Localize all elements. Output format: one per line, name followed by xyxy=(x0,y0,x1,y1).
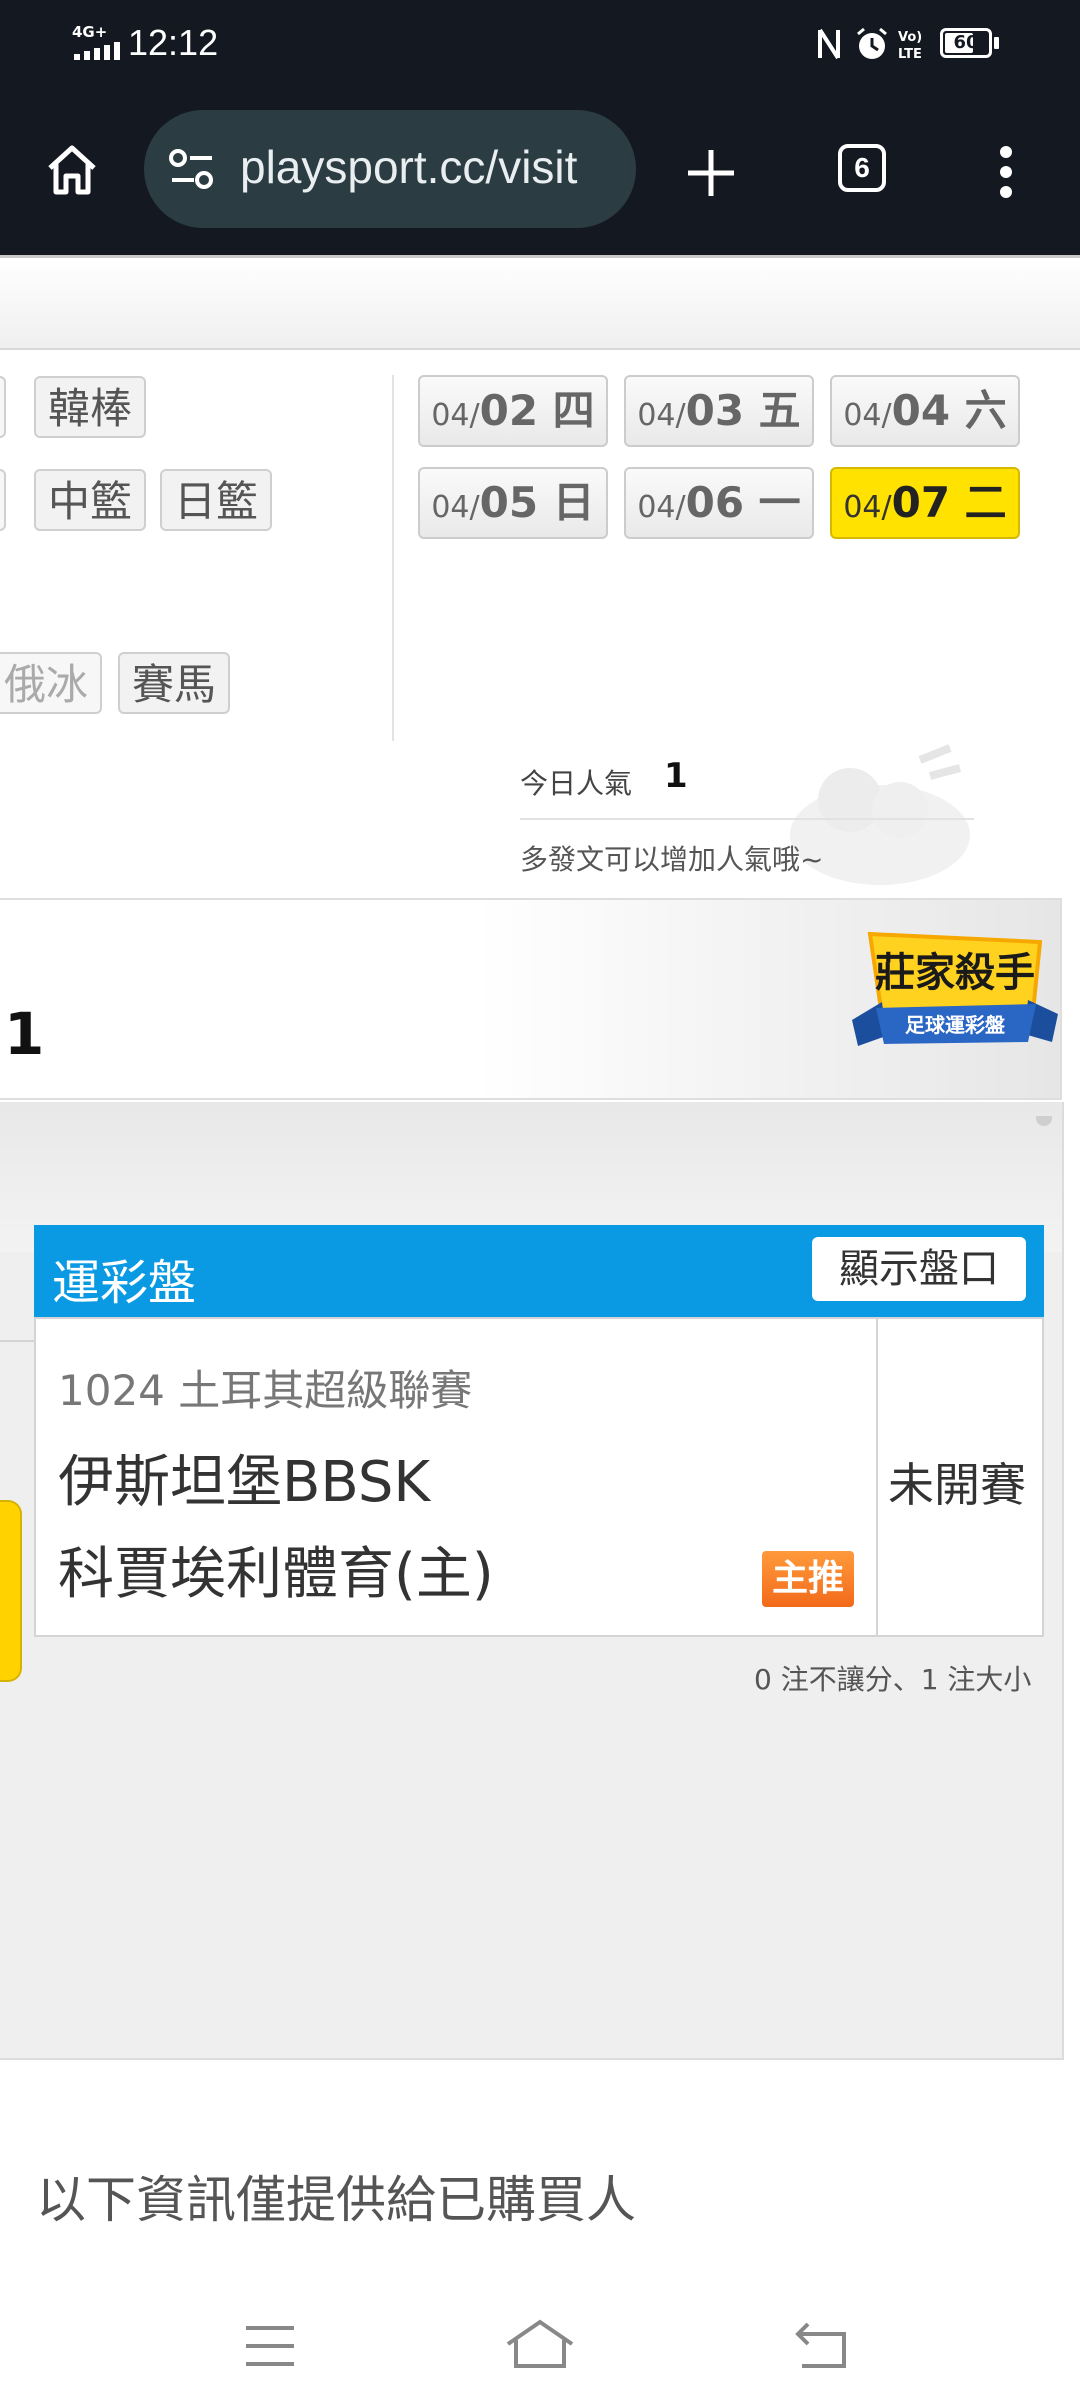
alarm-icon xyxy=(857,27,887,59)
divider xyxy=(876,1319,878,1637)
nfc-icon xyxy=(818,28,840,60)
svg-text:Vo): Vo) xyxy=(898,30,922,45)
sport-tag-partial[interactable] xyxy=(0,376,6,438)
sport-tag-korea-baseball[interactable]: 韓棒 xyxy=(34,376,147,438)
system-nav-bar xyxy=(0,2280,1080,2400)
odds-panel-header: 運彩盤 顯示盤口 xyxy=(34,1225,1044,1317)
team-away: 伊斯坦堡BBSK xyxy=(58,1450,431,1515)
match-status: 未開賽 xyxy=(888,1458,1026,1512)
date-button-0402[interactable]: 04/02 四 xyxy=(418,375,608,447)
popularity-label: 今日人氣 xyxy=(520,767,633,800)
popularity-hint: 多發文可以增加人氣哦~ xyxy=(520,843,824,876)
recent-apps-icon[interactable] xyxy=(244,2324,296,2368)
top-strip xyxy=(0,258,1080,350)
show-odds-button[interactable]: 顯示盤口 xyxy=(812,1237,1026,1301)
sport-tag-japan-basketball[interactable]: 日籃 xyxy=(160,469,273,531)
bet-summary: 0 注不讓分、1 注大小 xyxy=(754,1663,1032,1696)
side-tab[interactable] xyxy=(0,1500,22,1682)
signal-icon xyxy=(74,42,120,60)
match-card[interactable]: 1024 土耳其超級聯賽 伊斯坦堡BBSK 科賈埃利體育(主) 主推 未開賽 xyxy=(34,1317,1044,1637)
sport-tag-partial[interactable] xyxy=(0,469,6,531)
date-button-0404[interactable]: 04/04 六 xyxy=(830,375,1020,447)
more-menu-icon[interactable] xyxy=(996,144,1016,200)
date-button-0403[interactable]: 04/03 五 xyxy=(624,375,814,447)
recommend-badge: 主推 xyxy=(762,1551,854,1607)
status-bar: 4G+ 12:12 Vo) LTE 60 xyxy=(0,0,1080,92)
clock: 12:12 xyxy=(128,22,219,63)
team-home: 科賈埃利體育(主) xyxy=(58,1542,494,1607)
sport-tag-china-basketball[interactable]: 中籃 xyxy=(34,469,147,531)
address-bar[interactable]: playsport.cc/visit xyxy=(144,110,636,228)
banner-number: 1 xyxy=(4,1000,45,1068)
back-icon[interactable] xyxy=(794,2320,850,2370)
league-name: 1024 土耳其超級聯賽 xyxy=(58,1366,473,1415)
odds-panel-title: 運彩盤 xyxy=(52,1255,197,1311)
new-tab-icon[interactable] xyxy=(686,148,736,198)
site-settings-icon[interactable] xyxy=(168,148,216,192)
bookie-killer-badge: 莊家殺手 足球運彩盤 xyxy=(852,931,1058,1046)
battery-icon: 60 xyxy=(940,28,992,58)
home-nav-icon[interactable] xyxy=(504,2318,576,2370)
popularity-value: 1 xyxy=(664,756,688,796)
volte-icon: Vo) LTE xyxy=(898,30,922,62)
date-button-0407-selected[interactable]: 04/07 二 xyxy=(830,467,1020,539)
divider xyxy=(520,818,974,820)
browser-toolbar: playsport.cc/visit 6 xyxy=(0,92,1080,258)
badge-title: 莊家殺手 xyxy=(875,950,1035,996)
purchaser-notice: 以下資訊僅提供給已購買人 xyxy=(36,2171,636,2229)
divider xyxy=(392,375,394,741)
svg-text:LTE: LTE xyxy=(898,47,922,62)
home-icon[interactable] xyxy=(44,142,100,198)
battery-level: 60 xyxy=(953,32,979,53)
badge-subtitle: 足球運彩盤 xyxy=(905,1013,1006,1037)
tab-switcher-button[interactable]: 6 xyxy=(838,144,886,192)
sport-tag-russia-ice[interactable]: 俄冰 xyxy=(0,652,103,714)
network-indicator: 4G+ xyxy=(72,23,108,41)
sport-tag-horse-racing[interactable]: 賽馬 xyxy=(118,652,231,714)
url-text: playsport.cc/visit xyxy=(240,141,578,193)
date-button-0405[interactable]: 04/05 日 xyxy=(418,467,608,539)
date-button-0406[interactable]: 04/06 一 xyxy=(624,467,814,539)
